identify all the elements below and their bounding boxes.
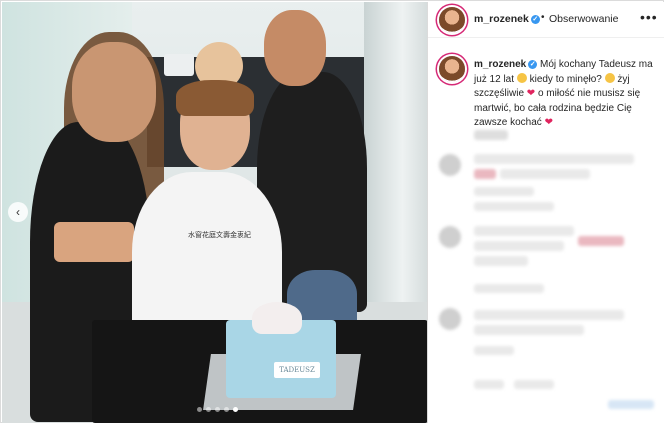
caption-username-text: m_rozenek — [474, 59, 527, 70]
blurred-comment — [474, 241, 564, 251]
post-sidebar: m_rozenek ✓ • Obserwowanie ••• m_rozenek ✓… — [428, 2, 664, 423]
blurred-emoji — [578, 236, 624, 246]
cake-decoration — [252, 302, 302, 334]
blurred-comment-meta — [474, 187, 534, 196]
man-face — [264, 10, 326, 86]
caption-username[interactable]: m_rozenek ✓ — [474, 59, 538, 70]
carousel-dot — [197, 407, 202, 412]
blurred-action-bar — [474, 380, 504, 389]
blurred-emoji — [474, 169, 496, 179]
carousel-dot — [224, 407, 229, 412]
post-photo[interactable]: 水窗花庭文壽金衷紀 TADEUSZ ‹ — [2, 2, 427, 423]
blurred-comment-avatar — [439, 154, 461, 176]
cake-name-plate: TADEUSZ — [274, 362, 320, 378]
header-username[interactable]: m_rozenek ✓ — [474, 13, 540, 25]
blurred-comment — [474, 256, 528, 266]
verified-badge-icon: ✓ — [528, 60, 538, 69]
lamp — [164, 54, 194, 76]
woman-midriff — [54, 222, 134, 262]
carousel-dot — [206, 407, 211, 412]
blurred-comment — [474, 154, 634, 164]
caption-avatar[interactable] — [439, 56, 465, 82]
grinning-face-icon — [516, 72, 527, 83]
avatar[interactable] — [439, 7, 465, 33]
laughing-face-icon — [604, 72, 615, 83]
boy-hair — [176, 80, 254, 116]
blurred-comment — [474, 226, 574, 236]
username-text: m_rozenek — [474, 13, 529, 25]
blurred-comment — [474, 310, 624, 320]
following-button[interactable]: Obserwowanie — [549, 13, 618, 25]
post-header: m_rozenek ✓ • Obserwowanie ••• — [428, 2, 664, 38]
blurred-comment-avatar — [439, 308, 461, 330]
cake-name-text: TADEUSZ — [279, 366, 315, 374]
post-caption: m_rozenek ✓ Mój kochany Tadeusz ma już 12… — [474, 58, 660, 131]
blurred-comment-avatar — [439, 226, 461, 248]
blurred-action-bar — [514, 380, 554, 389]
more-options-icon[interactable]: ••• — [640, 9, 658, 25]
shirt-print: 水窗花庭文壽金衷紀 — [188, 231, 251, 239]
carousel-indicator — [197, 407, 238, 412]
previous-slide-button[interactable]: ‹ — [8, 202, 28, 222]
carousel-dot — [215, 407, 220, 412]
caption-text-2: kiedy to minęło? — [526, 73, 605, 85]
blurred-timestamp — [474, 130, 508, 140]
blurred-comment-meta — [474, 346, 514, 355]
red-heart-icon: ❤ — [544, 117, 553, 128]
blurred-comment-meta — [474, 202, 554, 211]
chevron-left-icon: ‹ — [16, 205, 20, 219]
woman-face — [72, 42, 156, 142]
blurred-action-bar — [608, 400, 654, 409]
blurred-comment — [474, 325, 584, 335]
instagram-post: 水窗花庭文壽金衷紀 TADEUSZ ‹ m_rozenek ✓ • Obserwo… — [0, 0, 664, 423]
red-heart-icon: ❤ — [526, 88, 536, 99]
blurred-comment-meta — [474, 284, 544, 293]
blurred-comment — [500, 169, 590, 179]
verified-badge-icon: ✓ — [530, 15, 540, 24]
separator-dot: • — [541, 12, 545, 23]
carousel-dot — [233, 407, 238, 412]
